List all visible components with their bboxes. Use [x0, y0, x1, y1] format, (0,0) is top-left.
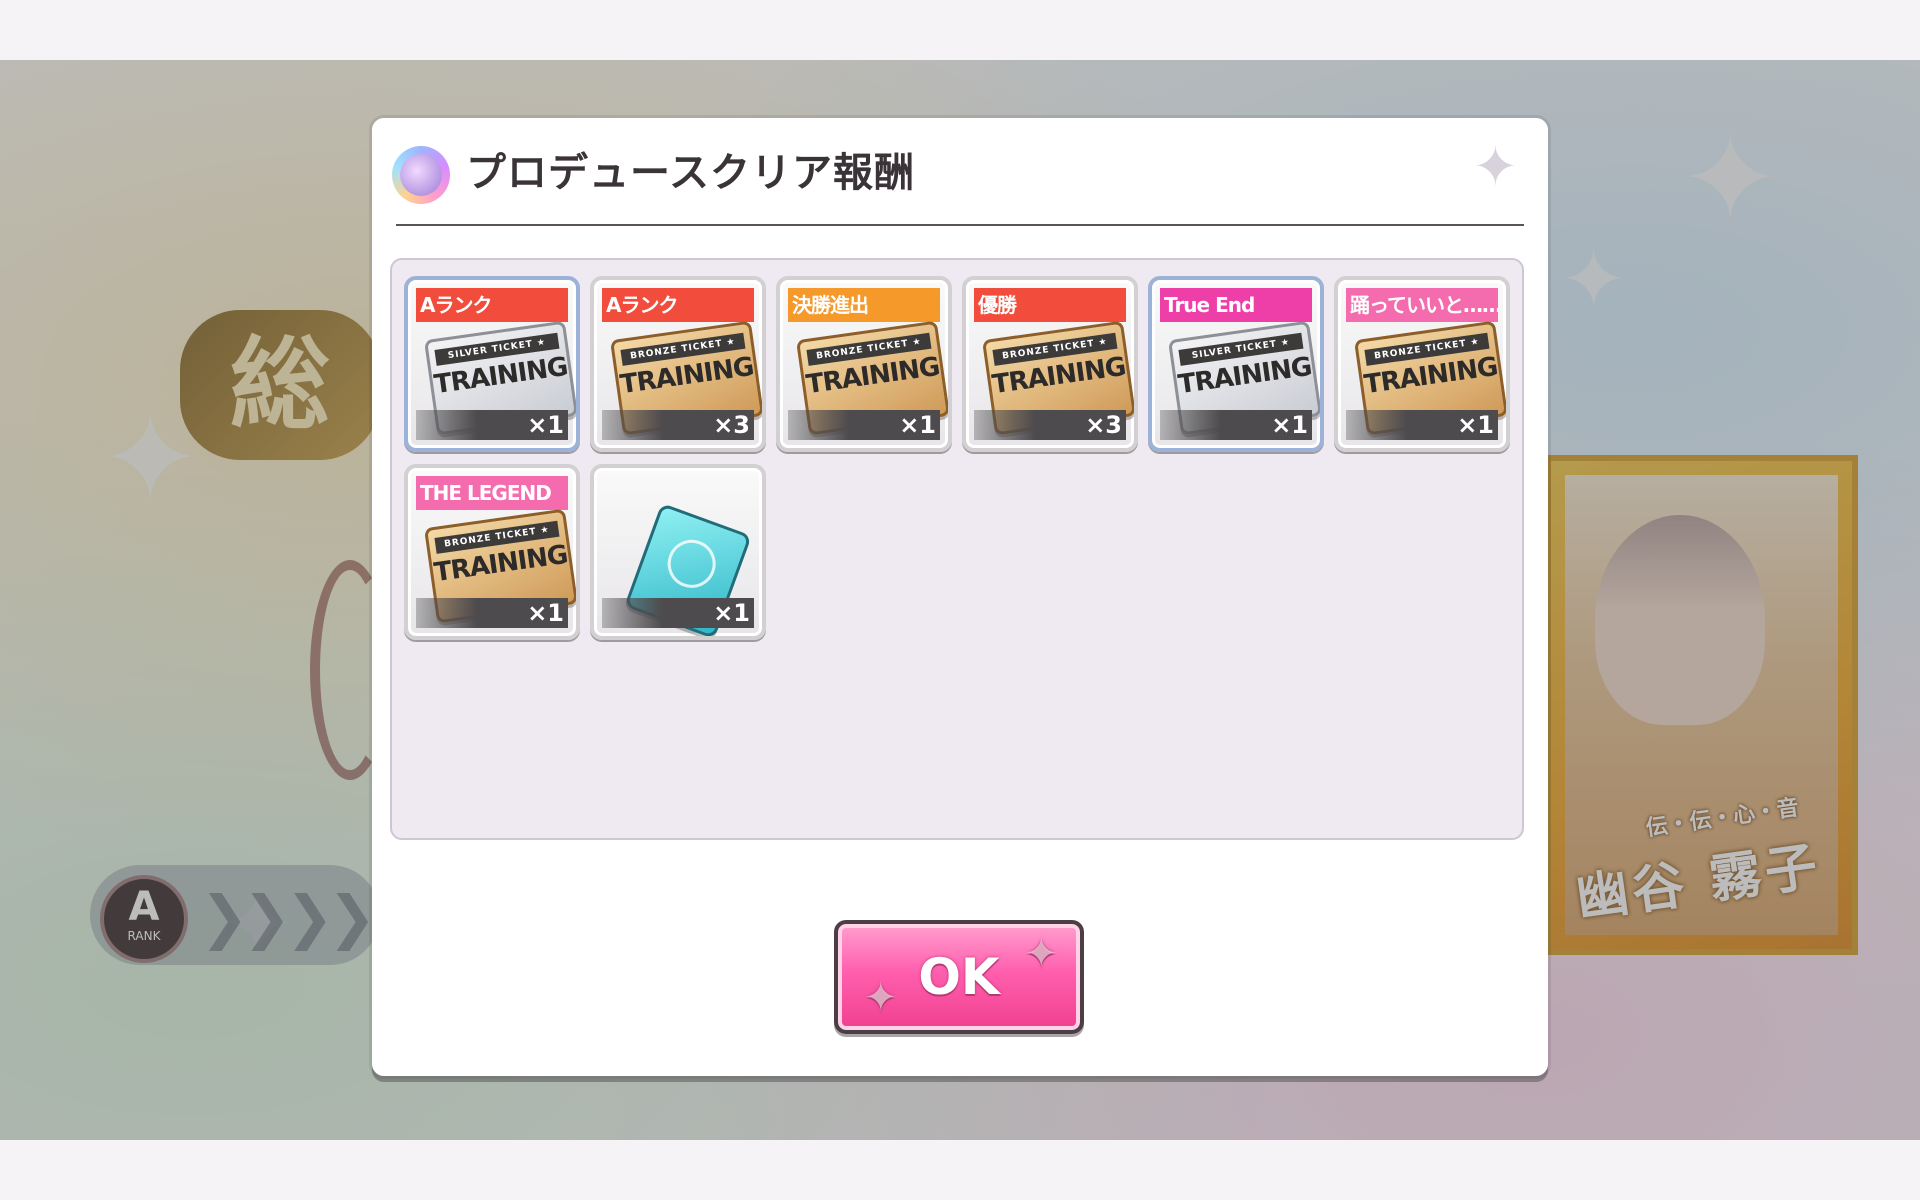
sparkle-icon: ✦	[864, 975, 898, 1021]
reward-quantity: ×1	[527, 599, 564, 627]
ok-button-label: OK	[918, 948, 1000, 1006]
reward-item[interactable]: THE LEGEND BRONZE TICKET ★ TRAINING ×1	[404, 464, 580, 640]
reward-condition-label: 決勝進出	[788, 288, 940, 322]
reward-quantity: ×1	[713, 599, 750, 627]
reward-condition-label: 踊っていいと……	[1346, 288, 1498, 322]
reward-quantity: ×3	[713, 411, 750, 439]
rewards-panel: Aランク SILVER TICKET ★ TRAINING ×1 Aランク BRONZE …	[390, 258, 1524, 840]
reward-item[interactable]: Aランク BRONZE TICKET ★ TRAINING ×3	[590, 276, 766, 452]
dialog-title: プロデュースクリア報酬	[466, 150, 915, 196]
reward-condition-label: THE LEGEND	[416, 476, 568, 510]
reward-quantity: ×1	[899, 411, 936, 439]
reward-item[interactable]: Aランク SILVER TICKET ★ TRAINING ×1	[404, 276, 580, 452]
reward-quantity: ×1	[1457, 411, 1494, 439]
reward-item[interactable]: 踊っていいと…… BRONZE TICKET ★ TRAINING ×1	[1334, 276, 1510, 452]
ok-button[interactable]: ✦ ✦ OK	[834, 920, 1084, 1034]
letterbox-bottom	[0, 1140, 1920, 1200]
reward-item[interactable]: 優勝 BRONZE TICKET ★ TRAINING ×3	[962, 276, 1138, 452]
sparkle-icon: ✦	[1472, 135, 1518, 198]
reward-item[interactable]: True End SILVER TICKET ★ TRAINING ×1	[1148, 276, 1324, 452]
reward-item[interactable]: 決勝進出 BRONZE TICKET ★ TRAINING ×1	[776, 276, 952, 452]
produce-emblem-icon	[392, 146, 450, 204]
reward-dialog: プロデュースクリア報酬 ✦ Aランク SILVER TICKET ★ TRAININ…	[372, 118, 1548, 1076]
sparkle-icon: ✦	[1024, 931, 1058, 977]
reward-quantity: ×1	[527, 411, 564, 439]
reward-quantity: ×1	[1271, 411, 1308, 439]
title-divider	[396, 224, 1524, 226]
reward-condition-label: 優勝	[974, 288, 1126, 322]
reward-item[interactable]: ×1	[590, 464, 766, 640]
reward-condition-label: True End	[1160, 288, 1312, 322]
reward-condition-label: Aランク	[416, 288, 568, 322]
reward-quantity: ×3	[1085, 411, 1122, 439]
letterbox-top	[0, 0, 1920, 60]
reward-condition-label: Aランク	[602, 288, 754, 322]
